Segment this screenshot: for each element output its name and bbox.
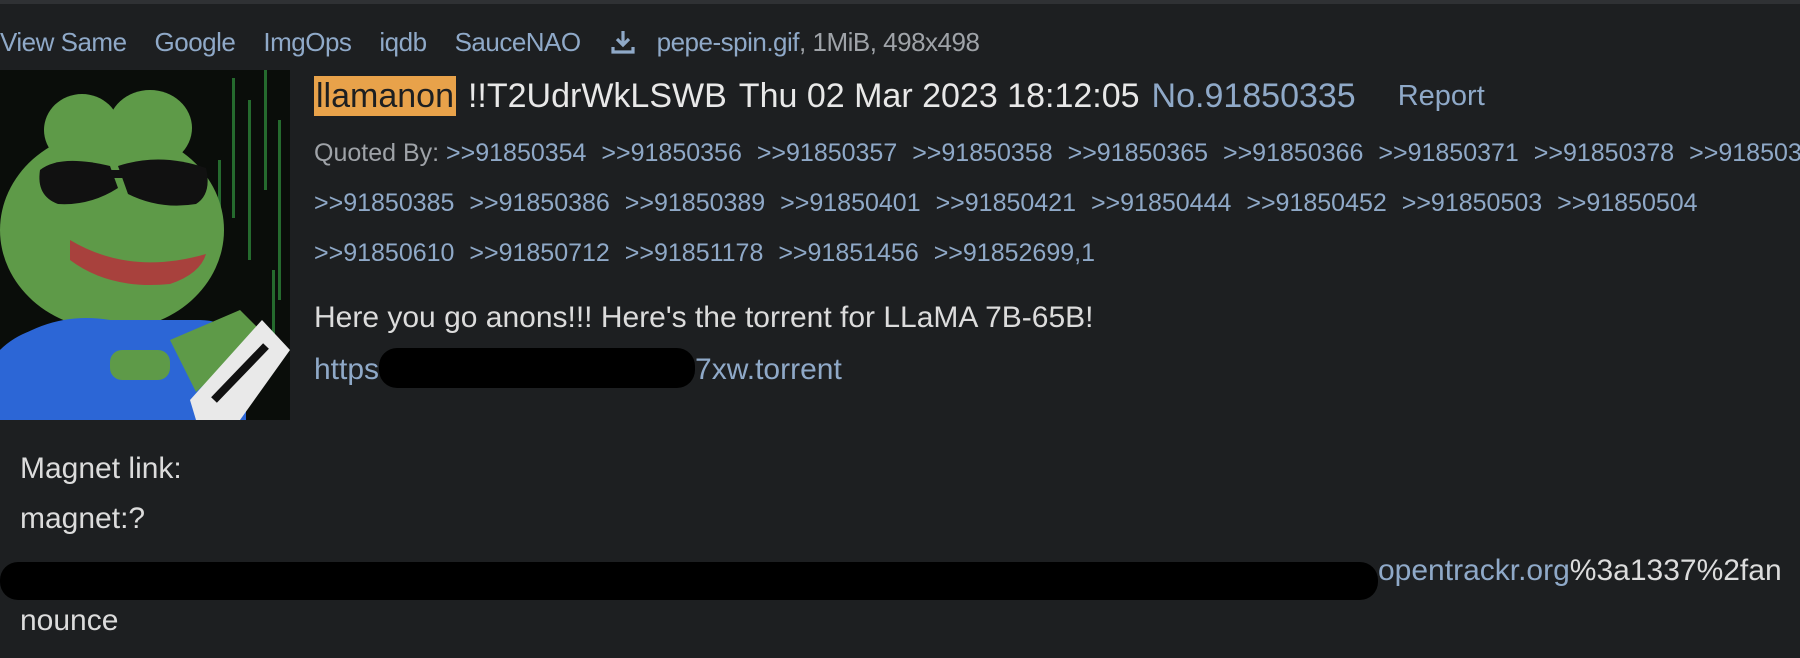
torrent-link-suffix[interactable]: 7xw.torrent xyxy=(695,353,842,386)
torrent-link-prefix[interactable]: https xyxy=(314,353,379,386)
google-link[interactable]: Google xyxy=(155,27,236,58)
quote-link[interactable]: >>91850444 xyxy=(1091,189,1231,217)
quote-link[interactable]: >>91850366 xyxy=(1223,139,1363,167)
quote-link[interactable]: >>91850385 xyxy=(314,189,454,217)
torrent-link-line: https 7xw.torrent xyxy=(314,344,1094,396)
tracker-link[interactable]: opentrackr.org xyxy=(1378,554,1570,587)
quote-link[interactable]: >>91850504 xyxy=(1557,189,1697,217)
quote-link[interactable]: >>91850356 xyxy=(601,139,741,167)
quote-link[interactable]: >>91850421 xyxy=(936,189,1076,217)
post-thumbnail[interactable] xyxy=(0,70,290,420)
poster-name: llamanon xyxy=(314,76,456,116)
quote-link[interactable]: >>91850378 xyxy=(1534,139,1674,167)
post-container: View Same Google ImgOps iqdb SauceNAO pe… xyxy=(0,0,1800,658)
file-name-link[interactable]: pepe-spin.gif xyxy=(657,27,800,58)
quote-link[interactable]: >>91850371 xyxy=(1378,139,1518,167)
quote-link[interactable]: >>91850401 xyxy=(780,189,920,217)
iqdb-link[interactable]: iqdb xyxy=(379,27,427,58)
quoted-by-line: >>91850385 >>91850386 >>91850389 >>91850… xyxy=(314,178,1800,228)
magnet-tail-text: %3a1337%2fan xyxy=(1569,554,1782,587)
post-message: Here you go anons!!! Here's the torrent … xyxy=(314,292,1094,396)
post-date: Thu 02 Mar 2023 18:12:05 xyxy=(738,76,1140,115)
magnet-start: magnet:? xyxy=(20,502,146,535)
quote-link[interactable]: >>91850389 xyxy=(625,189,765,217)
post-number-link[interactable]: No.91850335 xyxy=(1152,77,1356,116)
pepe-image xyxy=(0,70,290,420)
magnet-tail: opentrackr.org%3a1337%2fan xyxy=(1378,554,1782,588)
report-button[interactable]: Report xyxy=(1398,80,1485,113)
post-header: llamanon !!T2UdrWkLSWB Thu 02 Mar 2023 1… xyxy=(314,74,1485,118)
saucenao-link[interactable]: SauceNAO xyxy=(455,27,582,58)
quoted-by-label: Quoted By: xyxy=(314,139,440,167)
quoted-by: Quoted By: >>91850354 >>91850356 >>91850… xyxy=(314,128,1800,278)
quote-link[interactable]: >>91850354 xyxy=(446,139,586,167)
quote-link[interactable]: >>91850610 xyxy=(314,239,454,267)
quote-link[interactable]: >>91850452 xyxy=(1246,189,1386,217)
file-meta: , 1MiB, 498x498 xyxy=(799,26,980,57)
download-icon[interactable] xyxy=(609,28,637,56)
message-line: Here you go anons!!! Here's the torrent … xyxy=(314,301,1094,334)
quote-link[interactable]: >>91852699,1 xyxy=(934,239,1095,267)
quote-link[interactable]: >>91850365 xyxy=(1068,139,1208,167)
divider xyxy=(0,0,1800,4)
quote-link[interactable]: >>918503 xyxy=(1689,139,1800,167)
tripcode: !!T2UdrWkLSWB xyxy=(467,76,727,115)
imgops-link[interactable]: ImgOps xyxy=(263,27,352,58)
view-same-link[interactable]: View Same xyxy=(0,27,127,58)
quoted-by-line: >>91850610 >>91850712 >>91851178 >>91851… xyxy=(314,228,1800,278)
quote-link[interactable]: >>91850357 xyxy=(757,139,897,167)
magnet-section: Magnet link: magnet:? xyxy=(20,444,182,544)
redaction-bar xyxy=(0,562,1378,600)
quote-link[interactable]: >>91850386 xyxy=(469,189,609,217)
quote-link[interactable]: >>91850712 xyxy=(469,239,609,267)
magnet-end: nounce xyxy=(20,604,119,637)
magnet-uri-line: opentrackr.org%3a1337%2fan xyxy=(0,552,1800,602)
file-info-bar: View Same Google ImgOps iqdb SauceNAO pe… xyxy=(0,24,980,60)
magnet-label: Magnet link: xyxy=(20,452,182,485)
quote-link[interactable]: >>91850358 xyxy=(912,139,1052,167)
quote-link[interactable]: >>91850503 xyxy=(1402,189,1542,217)
redaction-bar xyxy=(379,348,696,389)
quote-link[interactable]: >>91851456 xyxy=(778,239,918,267)
quoted-by-line: Quoted By: >>91850354 >>91850356 >>91850… xyxy=(314,128,1800,178)
quote-link[interactable]: >>91851178 xyxy=(625,239,764,267)
